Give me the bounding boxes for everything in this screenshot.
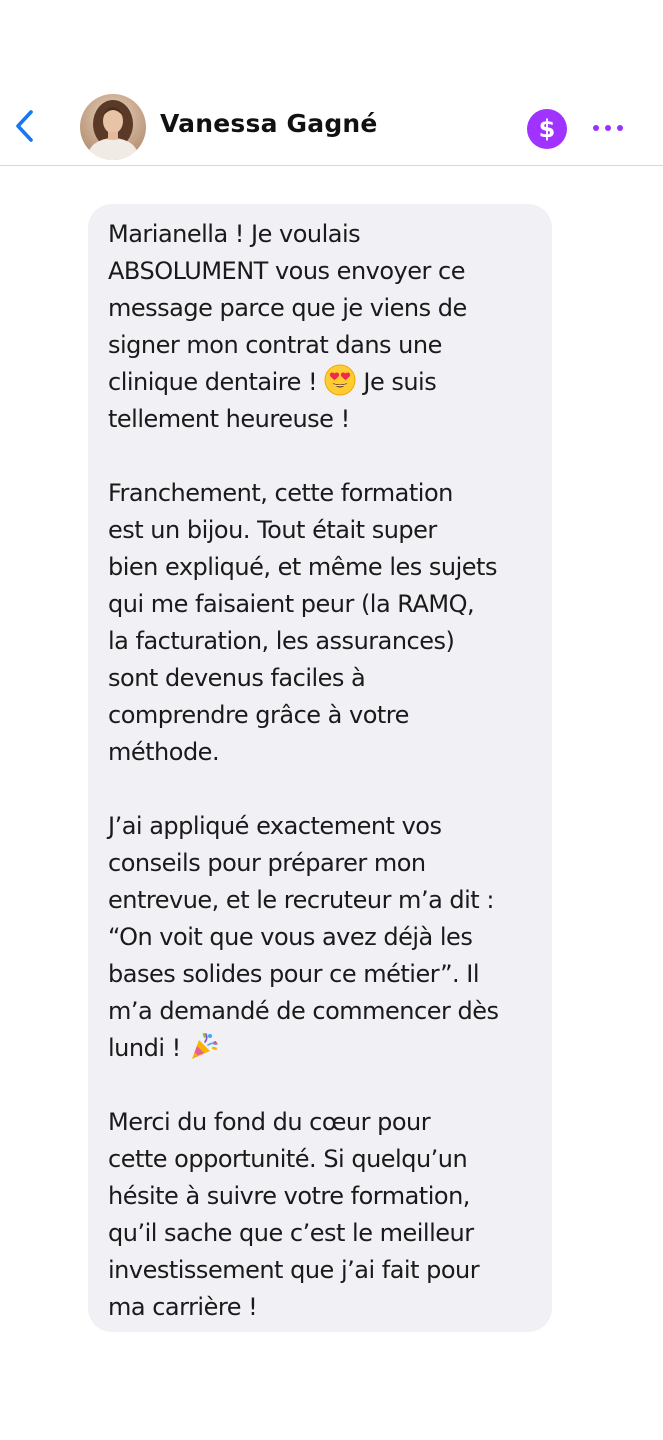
- more-dot: [617, 125, 623, 131]
- chevron-left-icon: [16, 110, 33, 142]
- message-text: J’ai appliqué exactement vos conseils po…: [108, 812, 499, 1062]
- message-paragraph-3: J’ai appliqué exactement vos conseils po…: [108, 808, 534, 1067]
- avatar[interactable]: [80, 94, 146, 160]
- party-popper-emoji-icon: [191, 1032, 218, 1059]
- more-dot: [593, 125, 599, 131]
- message-paragraph-1: Marianella ! Je voulais ABSOLUMENT vous …: [108, 216, 534, 438]
- more-options-button[interactable]: [588, 114, 628, 142]
- message-bubble[interactable]: Marianella ! Je voulais ABSOLUMENT vous …: [88, 204, 552, 1332]
- avatar-photo: [80, 94, 146, 160]
- message-paragraph-2: Franchement, cette formation est un bijo…: [108, 479, 497, 766]
- back-button[interactable]: [8, 106, 42, 146]
- dollar-icon: $: [538, 115, 556, 143]
- chat-header: Vanessa Gagné $: [0, 84, 663, 166]
- message-paragraph-4: Merci du fond du cœur pour cette opportu…: [108, 1108, 480, 1321]
- more-dot: [605, 125, 611, 131]
- payment-button[interactable]: $: [527, 109, 567, 149]
- heart-eyes-emoji-icon: [324, 364, 356, 396]
- contact-name[interactable]: Vanessa Gagné: [160, 109, 378, 138]
